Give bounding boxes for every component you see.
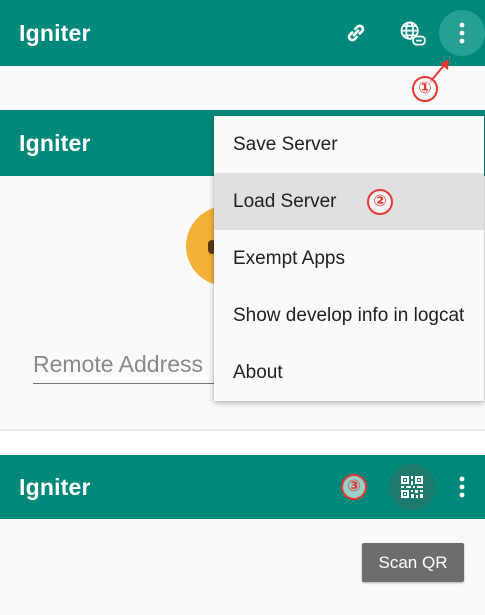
menu-item-exempt-apps[interactable]: Exempt Apps <box>214 230 484 287</box>
step-3-callout: ③ <box>341 474 367 500</box>
remote-address-hint: Remote Address <box>33 351 204 377</box>
overflow-menu-icon[interactable] <box>452 471 472 503</box>
menu-item-about[interactable]: About <box>214 344 484 401</box>
toolbar-1: Igniter <box>0 0 485 66</box>
step-2-callout: ② <box>367 189 393 215</box>
toolbar-3: Igniter ③ <box>0 455 485 519</box>
menu-item-load-server[interactable]: Load Server <box>214 173 484 230</box>
divider <box>0 429 485 431</box>
menu-item-develop-info[interactable]: Show develop info in logcat <box>214 287 484 344</box>
qr-code-icon[interactable] <box>389 464 435 510</box>
app-title: Igniter <box>19 20 91 46</box>
overflow-menu: Save Server Load Server Exempt Apps Show… <box>214 116 484 401</box>
scan-qr-button[interactable]: Scan QR <box>362 543 464 582</box>
remote-address-underline <box>33 383 215 384</box>
link-icon[interactable] <box>337 14 375 52</box>
menu-item-label: Load Server <box>233 191 337 212</box>
overflow-menu-icon[interactable] <box>439 10 485 56</box>
globe-link-icon[interactable] <box>393 14 431 52</box>
menu-item-save-server[interactable]: Save Server <box>214 116 484 173</box>
app-title: Igniter <box>19 130 91 156</box>
app-title: Igniter <box>19 474 91 500</box>
step-1-callout: ① <box>412 76 438 102</box>
